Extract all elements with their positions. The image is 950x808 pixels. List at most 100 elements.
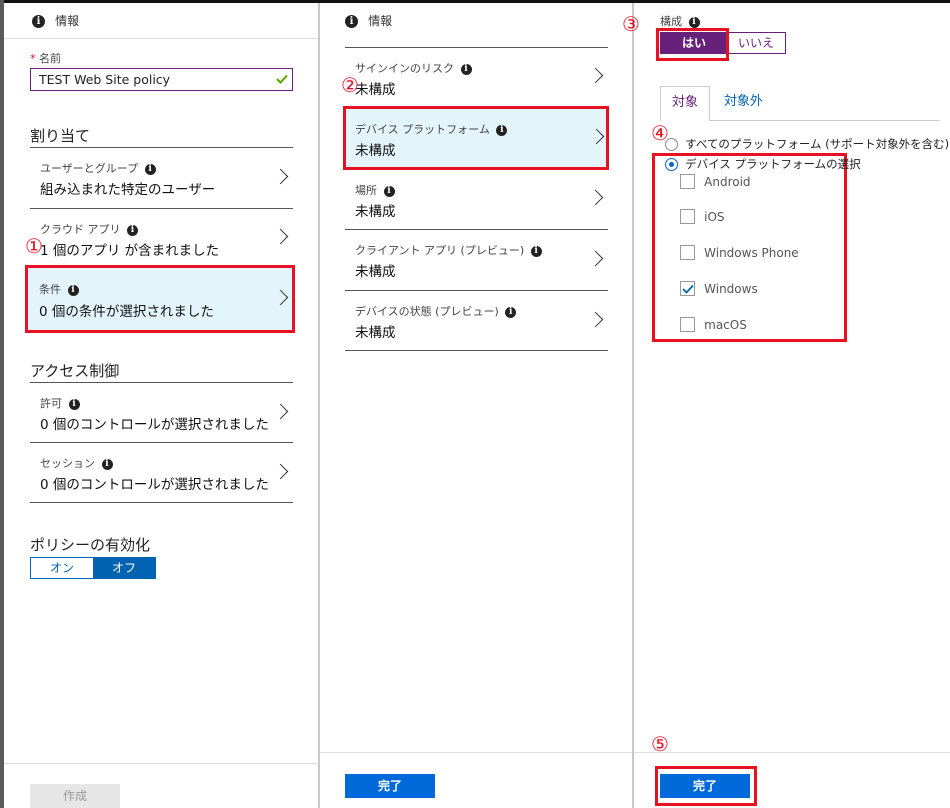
enable-policy-toggle: オン オフ [30, 557, 156, 579]
info-icon: i [505, 306, 517, 318]
checkbox-checked[interactable] [680, 281, 695, 296]
panel1-header: i 情報 [32, 12, 79, 29]
location-item[interactable]: 場所 i 未構成 [345, 170, 608, 228]
panel1-header-text: 情報 [55, 14, 80, 28]
chevron-right-icon [587, 189, 604, 206]
panel-divider [632, 3, 634, 808]
radio-button[interactable] [665, 137, 678, 151]
radio-label: すべてのプラットフォーム (サポート対象外を含む) [685, 137, 950, 151]
platform-ios[interactable]: iOS [680, 209, 725, 224]
info-icon: i [383, 185, 395, 197]
valid-check-icon [276, 74, 288, 84]
item-value: 組み込まれた特定のユーザー [40, 182, 216, 198]
checkbox[interactable] [680, 209, 695, 224]
item-value: 未構成 [355, 82, 396, 98]
footer-divider [634, 752, 950, 753]
item-label-row: ユーザーとグループ i [40, 160, 156, 176]
item-label: セッション [40, 457, 95, 470]
item-label-row: セッション i [40, 455, 113, 471]
device-state-item[interactable]: デバイスの状態 (プレビュー) i 未構成 [345, 291, 608, 350]
callout-2: ② [341, 73, 359, 97]
callout-5: ⑤ [651, 732, 669, 756]
tab-exclude[interactable]: 対象外 [724, 86, 763, 120]
platform-label: Android [704, 174, 751, 189]
cloud-apps-item[interactable]: クラウド アプリ i 1 個のアプリ が含まれました [30, 209, 293, 265]
radio-button-selected[interactable] [665, 157, 678, 171]
access-control-title: アクセス制御 [30, 362, 120, 380]
info-icon: i [345, 15, 358, 28]
highlight-box-done [655, 766, 757, 806]
platform-macos[interactable]: macOS [680, 317, 747, 332]
item-value: 未構成 [355, 325, 396, 341]
sign-in-risk-item[interactable]: サインインのリスク i 未構成 [345, 48, 608, 106]
config-no[interactable]: いいえ [727, 33, 785, 53]
name-field[interactable]: TEST Web Site policy [30, 68, 293, 91]
item-label-row: デバイスの状態 (プレビュー) i [355, 303, 517, 319]
panel2-done-button[interactable]: 完了 [345, 774, 435, 798]
info-icon: i [68, 398, 80, 410]
config-label-row: 構成 i [660, 13, 700, 29]
item-label: サインインのリスク [355, 62, 454, 75]
panel2-header-text: 情報 [368, 14, 393, 28]
item-label: クラウド アプリ [40, 223, 121, 236]
info-icon: i [460, 63, 472, 75]
platform-label: iOS [704, 209, 725, 224]
checkbox[interactable] [680, 174, 695, 189]
panel2-header: i 情報 [345, 12, 392, 29]
info-icon: i [127, 224, 138, 236]
header-divider [4, 38, 318, 39]
radio-select-platforms[interactable]: デバイス プラットフォームの選択 [665, 156, 861, 172]
highlight-box-device-platform [343, 106, 609, 170]
info-icon: i [32, 15, 45, 28]
platform-android[interactable]: Android [680, 174, 751, 189]
config-label: 構成 [660, 15, 682, 28]
radio-dot [669, 161, 674, 167]
platform-windows[interactable]: Windows [680, 281, 758, 296]
item-label-row: クライアント アプリ (プレビュー) i [355, 242, 542, 258]
toggle-off[interactable]: オフ [93, 558, 155, 578]
item-value: 1 個のアプリ が含まれました [40, 243, 220, 259]
session-item[interactable]: セッション i 0 個のコントロールが選択されました [30, 443, 293, 502]
users-groups-item[interactable]: ユーザーとグループ i 組み込まれた特定のユーザー [30, 148, 293, 207]
chevron-right-icon [272, 463, 289, 480]
chevron-right-icon [272, 403, 289, 420]
window-top-edge [0, 0, 950, 3]
radio-label: デバイス プラットフォームの選択 [685, 157, 861, 171]
create-button[interactable]: 作成 [30, 784, 120, 808]
chevron-right-icon [272, 168, 289, 185]
item-value: 未構成 [355, 204, 396, 220]
info-icon: i [101, 458, 113, 470]
toggle-on[interactable]: オン [31, 558, 93, 578]
name-label-row: * 名前 [30, 50, 61, 66]
item-value: 未構成 [355, 264, 396, 280]
checkbox[interactable] [680, 317, 695, 332]
name-field-value: TEST Web Site policy [39, 72, 171, 87]
divider [345, 350, 608, 351]
chevron-right-icon [587, 250, 604, 267]
checkbox[interactable] [680, 245, 695, 260]
platform-label: Windows [704, 281, 758, 296]
info-icon: i [688, 16, 700, 28]
callout-1: ① [25, 234, 43, 258]
callout-3: ③ [622, 12, 640, 36]
checkmark-icon [682, 284, 694, 294]
info-icon: i [530, 245, 542, 257]
item-label-row: 場所 i [355, 182, 395, 198]
info-icon: i [144, 163, 156, 175]
item-label: 許可 [40, 397, 62, 410]
item-label-row: 許可 i [40, 395, 80, 411]
grant-item[interactable]: 許可 i 0 個のコントロールが選択されました [30, 383, 293, 442]
divider [30, 502, 293, 503]
item-label-row: クラウド アプリ i [40, 221, 138, 237]
footer-divider [4, 763, 318, 764]
platform-label: Windows Phone [704, 245, 799, 260]
chevron-right-icon [587, 67, 604, 84]
highlight-box-config-yes [656, 28, 729, 61]
item-label: クライアント アプリ (プレビュー) [355, 244, 525, 257]
client-apps-item[interactable]: クライアント アプリ (プレビュー) i 未構成 [345, 230, 608, 290]
radio-all-platforms[interactable]: すべてのプラットフォーム (サポート対象外を含む) [665, 136, 949, 152]
item-label: ユーザーとグループ [40, 162, 139, 175]
name-label: 名前 [39, 52, 61, 65]
platform-windows-phone[interactable]: Windows Phone [680, 245, 799, 260]
tab-include[interactable]: 対象 [660, 86, 710, 121]
